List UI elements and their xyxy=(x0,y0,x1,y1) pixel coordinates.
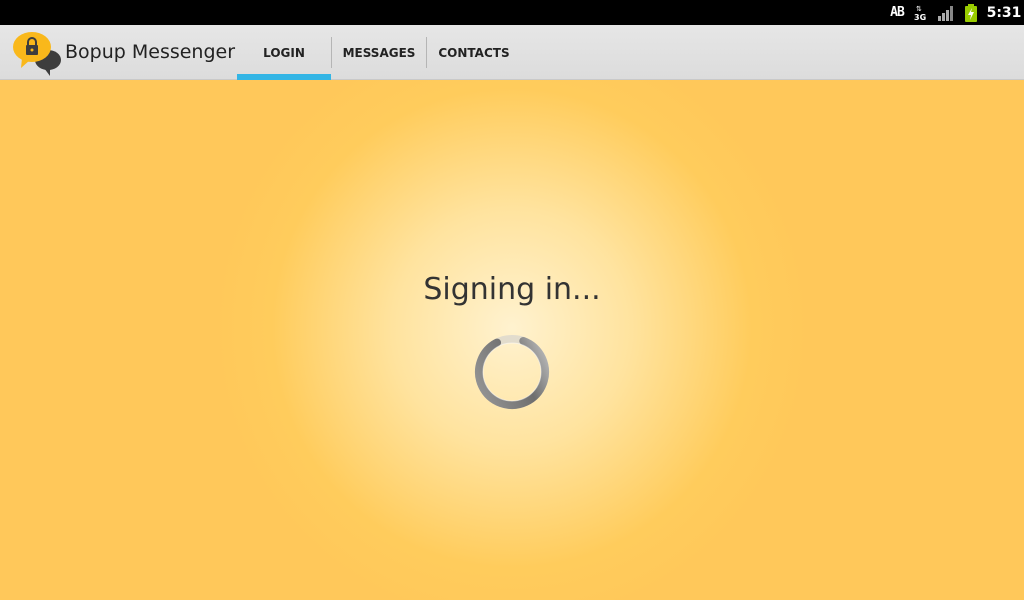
battery-charging-icon xyxy=(964,0,978,25)
signing-in-status-text: Signing in... xyxy=(423,272,601,307)
app-title: Bopup Messenger xyxy=(65,41,236,63)
tab-contacts[interactable]: CONTACTS xyxy=(427,25,521,80)
svg-text:⇅: ⇅ xyxy=(916,5,922,13)
keyboard-indicator-badge: AB xyxy=(890,5,905,20)
loading-spinner-icon xyxy=(474,334,550,410)
tab-contacts-label: CONTACTS xyxy=(438,45,510,60)
svg-text:3G: 3G xyxy=(914,13,926,22)
tab-login[interactable]: LOGIN xyxy=(237,25,331,80)
lock-chat-bubble-icon xyxy=(10,30,64,76)
status-bar: AB ⇅ 3G 5:31 xyxy=(0,0,1024,25)
tab-login-label: LOGIN xyxy=(263,45,305,60)
network-3g-icon: ⇅ 3G xyxy=(914,0,928,25)
tab-messages[interactable]: MESSAGES xyxy=(332,25,426,80)
status-clock: 5:31 xyxy=(986,4,1022,21)
login-content-panel: Signing in... xyxy=(0,80,1024,600)
signal-icon xyxy=(938,0,956,25)
tab-messages-label: MESSAGES xyxy=(342,45,416,60)
action-bar: Bopup Messenger LOGIN MESSAGES CONTACTS xyxy=(0,25,1024,80)
